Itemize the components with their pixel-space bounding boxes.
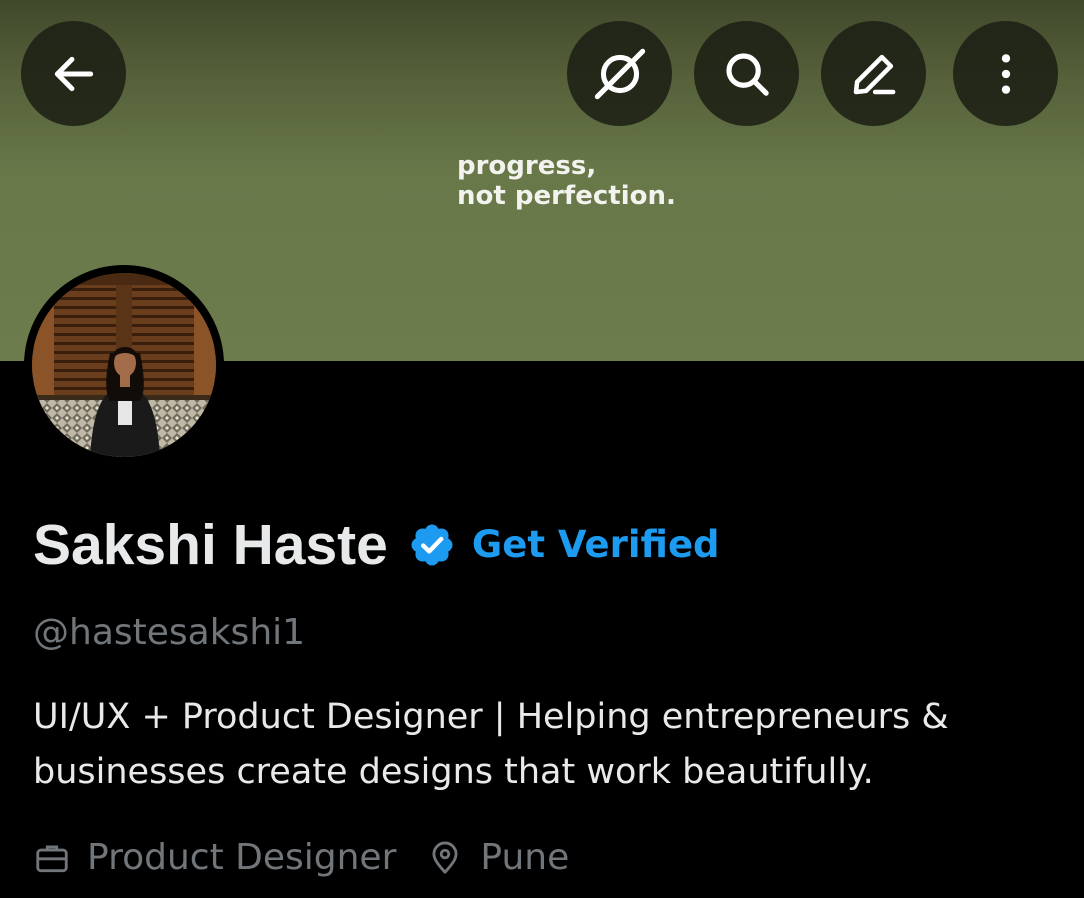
avatar[interactable]: [24, 265, 224, 465]
name-row: Sakshi Haste Get Verified: [33, 510, 720, 580]
back-button[interactable]: [21, 21, 126, 126]
display-name: Sakshi Haste: [33, 513, 388, 577]
arrow-left-icon: [54, 56, 93, 91]
grok-button[interactable]: [567, 21, 672, 126]
briefcase-icon: [33, 838, 73, 878]
profession-text: Product Designer: [87, 837, 397, 878]
user-handle: @hastesakshi1: [33, 612, 306, 653]
get-verified-link[interactable]: Get Verified: [472, 510, 720, 580]
profile-page: progress, not perfection. Sakshi Haste G…: [0, 0, 1084, 898]
profile-meta: Product Designer Pune: [33, 831, 569, 885]
banner-quote: progress, not perfection.: [457, 151, 676, 211]
edit-profile-button[interactable]: [821, 21, 926, 126]
search-button[interactable]: [694, 21, 799, 126]
verified-badge-icon[interactable]: [408, 521, 456, 569]
grok-icon: [594, 48, 645, 99]
location-item: Pune: [426, 831, 569, 885]
more-options-button[interactable]: [953, 21, 1058, 126]
location-pin-icon: [426, 838, 466, 878]
avatar-photo: [32, 273, 216, 457]
pencil-icon: [853, 54, 895, 94]
profile-bio: UI/UX + Product Designer | Helping entre…: [33, 697, 949, 792]
profession-item: Product Designer: [33, 831, 396, 885]
banner-quote-line2: not perfection.: [457, 181, 676, 211]
location-text: Pune: [480, 837, 570, 878]
more-vertical-icon: [1001, 53, 1010, 94]
banner-quote-line1: progress,: [457, 151, 597, 181]
search-icon: [725, 52, 769, 96]
